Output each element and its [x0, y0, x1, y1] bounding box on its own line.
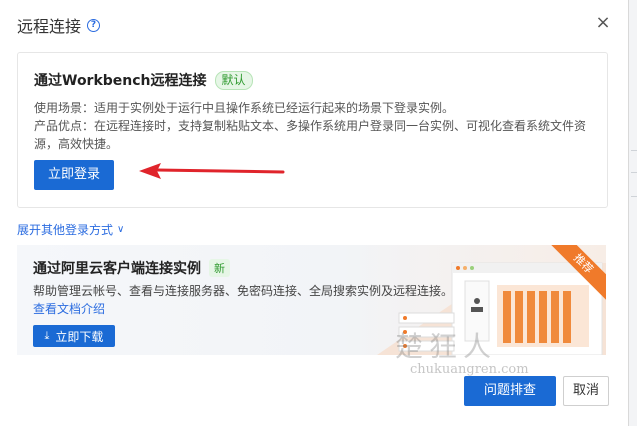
download-button-label: 立即下载	[55, 329, 104, 344]
expand-label: 展开其他登录方式	[17, 223, 114, 237]
usage-scenario-text: 使用场景：适用于实例处于运行中且操作系统已经运行起来的场景下登录实例。	[34, 101, 455, 115]
dialog-title: 远程连接 ?	[17, 13, 101, 37]
workbench-card: 通过Workbench远程连接 默认 使用场景：适用于实例处于运行中且操作系统已…	[17, 52, 608, 208]
cancel-button[interactable]: 取消	[563, 376, 609, 406]
expand-other-login-methods[interactable]: 展开其他登录方式 ∨	[17, 221, 124, 238]
default-badge: 默认	[214, 70, 253, 90]
background-page-edge	[628, 0, 637, 426]
workbench-card-title: 通过Workbench远程连接 默认	[34, 70, 253, 90]
download-icon: ⤓	[44, 329, 50, 342]
view-docs-link[interactable]: 查看文档介绍	[33, 300, 105, 317]
advantage-text-line2: 源，高效快捷。	[34, 137, 119, 151]
chevron-down-icon: ∨	[117, 224, 125, 235]
remote-connect-dialog: 远程连接 ? × 通过Workbench远程连接 默认 使用场景：适用于实例处于…	[0, 0, 629, 426]
red-arrow-annotation	[139, 163, 285, 179]
download-now-button[interactable]: ⤓ 立即下载	[33, 325, 115, 347]
client-promo-card: 通过阿里云客户端连接实例 新 帮助管理云帐号、查看与连接服务器、免密码连接、全局…	[17, 245, 606, 355]
help-icon[interactable]: ?	[87, 18, 101, 32]
login-now-button[interactable]: 立即登录	[34, 160, 114, 190]
close-icon[interactable]: ×	[594, 14, 612, 32]
watermark-logo: 楚狂人	[395, 330, 498, 363]
promo-title-text: 通过阿里云客户端连接实例	[33, 261, 201, 277]
new-badge: 新	[209, 259, 230, 277]
promo-title: 通过阿里云客户端连接实例 新	[33, 258, 230, 278]
troubleshoot-button[interactable]: 问题排查	[464, 376, 556, 406]
workbench-title-text: 通过Workbench远程连接	[34, 73, 207, 89]
watermark-url: chukuangren.com	[410, 362, 529, 377]
advantage-text-line1: 产品优点：在远程连接时，支持复制粘贴文本、多操作系统用户登录同一台实例、可视化查…	[34, 119, 587, 133]
dialog-title-text: 远程连接	[17, 17, 82, 36]
